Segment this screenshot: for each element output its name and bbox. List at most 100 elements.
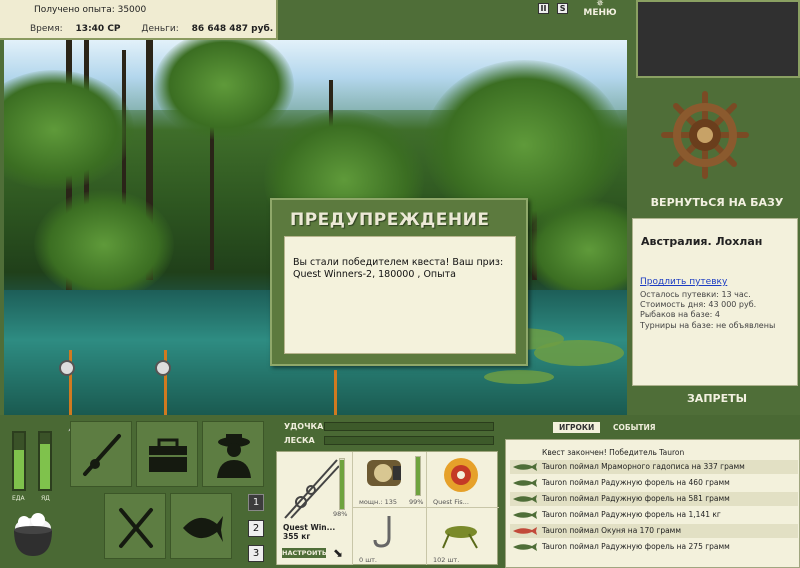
rod-reel[interactable] bbox=[59, 360, 75, 376]
extend-voucher-link[interactable]: Продлить путевку bbox=[640, 277, 727, 287]
event-text: Tauron поймал Радужную форель на 275 гра… bbox=[542, 542, 730, 551]
base-info-panel: Австралия. Лохлан Продлить путевку Остал… bbox=[632, 218, 798, 386]
rod-label: УДОЧКА bbox=[284, 422, 324, 431]
poison-gauge-fill bbox=[40, 444, 50, 489]
event-text: Tauron поймал Радужную форель на 581 гра… bbox=[542, 494, 730, 503]
event-text: Tauron поймал Радужную форель на 460 гра… bbox=[542, 478, 730, 487]
line-spool-icon bbox=[444, 458, 478, 492]
hook-count: 0 шт. bbox=[359, 556, 378, 564]
tab-events[interactable]: СОБЫТИЯ bbox=[607, 422, 662, 433]
top-controls: II S bbox=[538, 3, 571, 22]
reel-condition-bar bbox=[415, 456, 421, 496]
setup-button[interactable]: НАСТРОИТЬ bbox=[282, 548, 327, 558]
tackle-box-tile[interactable] bbox=[136, 421, 198, 487]
list-item: Tauron поймал Радужную форель на 460 гра… bbox=[510, 476, 798, 490]
lily-pads bbox=[534, 340, 624, 366]
fish-icon bbox=[513, 479, 537, 487]
tab-players[interactable]: ИГРОКИ bbox=[553, 422, 601, 433]
day-cost: Стоимость дня: 43 000 руб. bbox=[640, 300, 757, 309]
page-button-2[interactable]: 2 bbox=[248, 520, 264, 537]
food-gauge-fill bbox=[14, 449, 24, 489]
fish-icon bbox=[513, 463, 537, 471]
rods-tile[interactable] bbox=[70, 421, 132, 487]
bans-button[interactable]: ЗАПРЕТЫ bbox=[634, 392, 800, 410]
fishing-rod[interactable] bbox=[334, 370, 337, 415]
menu-button[interactable]: ✵ МЕНЮ bbox=[580, 0, 620, 22]
fisherman-tile[interactable] bbox=[202, 421, 264, 487]
hook-slot[interactable]: 0 шт. bbox=[353, 508, 427, 565]
reel-condition-fill bbox=[416, 457, 420, 495]
events-list: Квест закончен! Победитель Tauron Tauron… bbox=[505, 439, 800, 568]
events-tabs: ИГРОКИ СОБЫТИЯ bbox=[553, 422, 666, 433]
rod-icon bbox=[284, 459, 340, 519]
list-item: Tauron поймал Мраморного гадописа на 337… bbox=[510, 460, 798, 474]
fish-tile[interactable] bbox=[170, 493, 232, 559]
event-text: Tauron поймал Радужную форель на 1,141 к… bbox=[542, 510, 721, 519]
dialog-title: ПРЕДУПРЕЖДЕНИЕ bbox=[290, 210, 490, 230]
fishermen-count: Рыбаков на базе: 4 bbox=[640, 310, 720, 319]
time-label: Время: bbox=[30, 24, 63, 34]
lily-pads bbox=[484, 370, 554, 384]
poison-gauge bbox=[38, 431, 52, 491]
page-button-1[interactable]: 1 bbox=[248, 494, 264, 511]
bait-count: 102 шт. bbox=[433, 556, 460, 564]
line-slot[interactable]: Quest Fis... bbox=[427, 452, 499, 508]
food-label: ЕДА bbox=[12, 495, 25, 502]
reel-percent: 99% bbox=[409, 498, 424, 506]
knife-fork-icon bbox=[119, 508, 153, 548]
fish-icon bbox=[513, 511, 537, 519]
line-name: Quest Fis... bbox=[433, 498, 469, 506]
pause-button[interactable]: II bbox=[538, 3, 549, 14]
grasshopper-icon bbox=[442, 526, 478, 549]
rod-icon bbox=[83, 434, 121, 476]
arrow-icon: ⬊ bbox=[333, 546, 344, 560]
page-button-3[interactable]: 3 bbox=[248, 545, 264, 562]
line-strain-bar bbox=[324, 436, 494, 445]
fish-icon bbox=[183, 516, 223, 542]
dialog-message: Вы стали победителем квеста! Ваш приз: Q… bbox=[293, 257, 504, 280]
return-to-base-button[interactable]: ВЕРНУТЬСЯ НА БАЗУ bbox=[634, 196, 800, 214]
menu-label: МЕНЮ bbox=[583, 8, 617, 18]
list-item: Tauron поймал Радужную форель на 1,141 к… bbox=[510, 508, 798, 522]
hook-icon bbox=[373, 516, 391, 548]
food-tile[interactable] bbox=[104, 493, 166, 559]
rod-condition-fill bbox=[340, 460, 344, 509]
tackle-box-icon bbox=[149, 438, 187, 472]
top-bar bbox=[278, 0, 628, 22]
fish-icon bbox=[513, 543, 537, 551]
reel-slot[interactable]: мощн.: 135 99% bbox=[353, 452, 427, 508]
bait-slot[interactable]: 102 шт. bbox=[427, 508, 499, 565]
warning-dialog[interactable]: ПРЕДУПРЕЖДЕНИЕ Вы стали победителем квес… bbox=[270, 198, 528, 366]
reel-power: мощн.: 135 bbox=[359, 498, 397, 506]
rod-percent: 98% bbox=[333, 510, 348, 518]
location-title: Австралия. Лохлан bbox=[641, 235, 763, 248]
rod-weight: 355 кг bbox=[283, 532, 311, 541]
list-item: Tauron поймал Радужную форель на 581 гра… bbox=[510, 492, 798, 506]
minimap-panel bbox=[636, 0, 800, 78]
pot-icon[interactable] bbox=[8, 508, 58, 560]
line-label: ЛЕСКА bbox=[284, 436, 315, 445]
game-window: Получено опыта: 35000 Время: 13:40 СР Де… bbox=[0, 0, 800, 568]
fish-icon bbox=[513, 495, 537, 503]
rod-name: Quest Win... bbox=[283, 523, 336, 532]
voucher-remaining: Осталось путевки: 13 час. bbox=[640, 290, 751, 299]
status-gauges: ЕДА ЯД bbox=[8, 425, 58, 505]
events-header: Квест закончен! Победитель Tauron bbox=[542, 448, 685, 457]
fish-icon bbox=[513, 527, 537, 535]
palm-fronds bbox=[154, 40, 294, 140]
event-text: Tauron поймал Мраморного гадописа на 337… bbox=[542, 462, 745, 471]
ship-wheel-icon: ✵ bbox=[596, 0, 604, 9]
player-info-box: Получено опыта: 35000 Время: 13:40 СР Де… bbox=[0, 0, 278, 40]
food-gauge bbox=[12, 431, 26, 491]
palm-fronds bbox=[34, 190, 174, 300]
rod-reel[interactable] bbox=[155, 360, 171, 376]
event-text: Tauron поймал Окуня на 170 грамм bbox=[542, 526, 681, 535]
ship-wheel-icon[interactable] bbox=[660, 90, 750, 180]
sound-button[interactable]: S bbox=[557, 3, 569, 14]
rod-strain-bar bbox=[324, 422, 494, 431]
poison-label: ЯД bbox=[41, 495, 50, 502]
experience-text: Получено опыта: 35000 bbox=[34, 5, 147, 15]
dialog-body: Вы стали победителем квеста! Ваш приз: Q… bbox=[284, 236, 516, 354]
money-value: 86 648 487 руб. bbox=[191, 24, 274, 34]
time-money-row: Время: 13:40 СР Деньги: 86 648 487 руб. bbox=[30, 24, 276, 34]
